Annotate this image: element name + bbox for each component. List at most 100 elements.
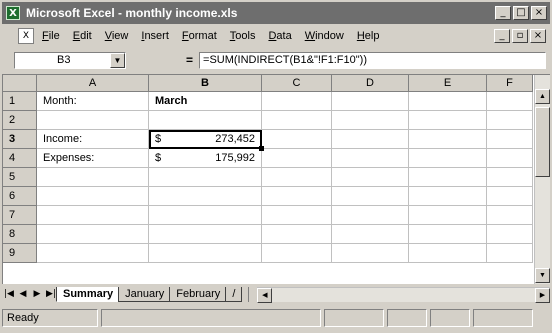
- cell-c7[interactable]: [262, 206, 332, 225]
- cell-e8[interactable]: [409, 225, 487, 244]
- sheet-tab-february[interactable]: February: [169, 286, 228, 302]
- cell-d3[interactable]: [332, 130, 409, 149]
- cell-a6[interactable]: [37, 187, 149, 206]
- cell-b2[interactable]: [149, 111, 262, 130]
- column-header-d[interactable]: D: [332, 75, 409, 92]
- cell-a2[interactable]: [37, 111, 149, 130]
- menu-view[interactable]: View: [105, 30, 129, 42]
- next-sheet-icon[interactable]: ▶: [30, 287, 44, 302]
- sheet-tab-summary[interactable]: Summary: [56, 286, 121, 302]
- cell-b6[interactable]: [149, 187, 262, 206]
- row-header-5[interactable]: 5: [3, 168, 37, 187]
- column-header-a[interactable]: A: [37, 75, 149, 92]
- cell-a8[interactable]: [37, 225, 149, 244]
- sheet-tab-more[interactable]: /: [225, 286, 243, 302]
- menu-tools[interactable]: Tools: [230, 30, 256, 42]
- cell-f9[interactable]: [487, 244, 533, 263]
- cell-f1[interactable]: [487, 92, 533, 111]
- row-header-4[interactable]: 4: [3, 149, 37, 168]
- column-header-f[interactable]: F: [487, 75, 533, 92]
- cell-a1[interactable]: Month:: [37, 92, 149, 111]
- cell-d8[interactable]: [332, 225, 409, 244]
- row-header-3[interactable]: 3: [3, 130, 37, 149]
- cell-c3[interactable]: [262, 130, 332, 149]
- formula-input[interactable]: =SUM(INDIRECT(B1&"!F1:F10")): [199, 51, 546, 69]
- cell-b8[interactable]: [149, 225, 262, 244]
- menu-data[interactable]: Data: [268, 30, 291, 42]
- workbook-icon[interactable]: X: [18, 28, 34, 44]
- cell-e7[interactable]: [409, 206, 487, 225]
- cell-f5[interactable]: [487, 168, 533, 187]
- cell-c8[interactable]: [262, 225, 332, 244]
- cell-e4[interactable]: [409, 149, 487, 168]
- cell-c9[interactable]: [262, 244, 332, 263]
- cell-d9[interactable]: [332, 244, 409, 263]
- menu-window[interactable]: Window: [305, 30, 344, 42]
- name-box[interactable]: B3 ▼: [14, 51, 126, 69]
- select-all-corner[interactable]: [3, 75, 37, 92]
- cell-f2[interactable]: [487, 111, 533, 130]
- cell-b3[interactable]: $ 273,452: [149, 130, 264, 151]
- horizontal-scrollbar[interactable]: ◀ ▶: [257, 286, 550, 303]
- column-header-e[interactable]: E: [409, 75, 487, 92]
- cell-d1[interactable]: [332, 92, 409, 111]
- cell-f8[interactable]: [487, 225, 533, 244]
- first-sheet-icon[interactable]: |◀: [2, 287, 16, 302]
- cell-d6[interactable]: [332, 187, 409, 206]
- menu-file[interactable]: File: [42, 30, 60, 42]
- column-header-c[interactable]: C: [262, 75, 332, 92]
- cell-c6[interactable]: [262, 187, 332, 206]
- cell-c2[interactable]: [262, 111, 332, 130]
- cell-b9[interactable]: [149, 244, 262, 263]
- cell-e2[interactable]: [409, 111, 487, 130]
- cell-b1[interactable]: March: [149, 92, 262, 111]
- scroll-right-icon[interactable]: ▶: [535, 287, 550, 303]
- menu-insert[interactable]: Insert: [141, 30, 169, 42]
- cell-d2[interactable]: [332, 111, 409, 130]
- menu-edit[interactable]: Edit: [73, 30, 92, 42]
- cell-b5[interactable]: [149, 168, 262, 187]
- close-button[interactable]: ×: [531, 6, 547, 20]
- menu-format[interactable]: Format: [182, 30, 217, 42]
- cell-e3[interactable]: [409, 130, 487, 149]
- row-header-1[interactable]: 1: [3, 92, 37, 111]
- cell-d5[interactable]: [332, 168, 409, 187]
- scroll-left-icon[interactable]: ◀: [257, 287, 273, 303]
- menu-help[interactable]: Help: [357, 30, 380, 42]
- tab-split-handle[interactable]: [248, 286, 253, 302]
- minimize-button[interactable]: _: [495, 6, 511, 20]
- cell-a7[interactable]: [37, 206, 149, 225]
- cell-d7[interactable]: [332, 206, 409, 225]
- cell-c5[interactable]: [262, 168, 332, 187]
- cell-a3[interactable]: Income:: [37, 130, 149, 149]
- cell-b7[interactable]: [149, 206, 262, 225]
- row-header-7[interactable]: 7: [3, 206, 37, 225]
- equals-icon[interactable]: =: [186, 53, 193, 67]
- cell-f3[interactable]: [487, 130, 533, 149]
- cell-b4[interactable]: $ 175,992: [149, 149, 262, 168]
- fill-handle[interactable]: [259, 146, 264, 151]
- cell-f4[interactable]: [487, 149, 533, 168]
- cell-f7[interactable]: [487, 206, 533, 225]
- prev-sheet-icon[interactable]: ◀: [16, 287, 30, 302]
- row-header-8[interactable]: 8: [3, 225, 37, 244]
- chevron-down-icon[interactable]: ▼: [110, 52, 125, 68]
- cell-d4[interactable]: [332, 149, 409, 168]
- sheet-tab-january[interactable]: January: [118, 286, 172, 302]
- title-bar[interactable]: X Microsoft Excel - monthly income.xls _…: [2, 2, 550, 24]
- workbook-restore-button[interactable]: ▫: [512, 29, 528, 43]
- workbook-close-button[interactable]: ×: [530, 29, 546, 43]
- cell-e5[interactable]: [409, 168, 487, 187]
- cell-a9[interactable]: [37, 244, 149, 263]
- scroll-up-icon[interactable]: ▲: [535, 89, 550, 104]
- column-header-b[interactable]: B: [149, 75, 262, 92]
- maximize-button[interactable]: □: [513, 6, 529, 20]
- cell-e9[interactable]: [409, 244, 487, 263]
- cell-f6[interactable]: [487, 187, 533, 206]
- cell-e1[interactable]: [409, 92, 487, 111]
- workbook-minimize-button[interactable]: _: [494, 29, 510, 43]
- cell-e6[interactable]: [409, 187, 487, 206]
- cell-c4[interactable]: [262, 149, 332, 168]
- row-header-9[interactable]: 9: [3, 244, 37, 263]
- scroll-down-icon[interactable]: ▼: [535, 268, 550, 283]
